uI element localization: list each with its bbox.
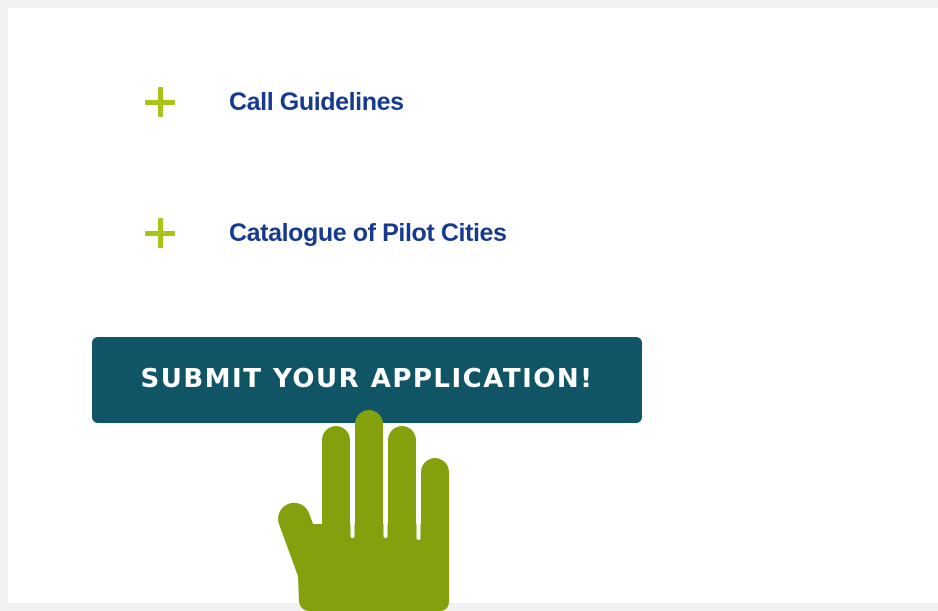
- content-panel: Call Guidelines Catalogue of Pilot Citie…: [8, 8, 938, 611]
- accordion-item-call-guidelines[interactable]: Call Guidelines: [145, 82, 404, 122]
- plus-icon[interactable]: [145, 218, 175, 248]
- accordion-item-label[interactable]: Call Guidelines: [229, 88, 404, 117]
- plus-icon[interactable]: [145, 87, 175, 117]
- submit-application-button[interactable]: SUBMIT YOUR APPLICATION!: [92, 337, 642, 423]
- accordion-item-label[interactable]: Catalogue of Pilot Cities: [229, 219, 507, 248]
- accordion-item-catalogue-of-pilot-cities[interactable]: Catalogue of Pilot Cities: [145, 213, 507, 253]
- hand-pointer-icon: [278, 410, 449, 611]
